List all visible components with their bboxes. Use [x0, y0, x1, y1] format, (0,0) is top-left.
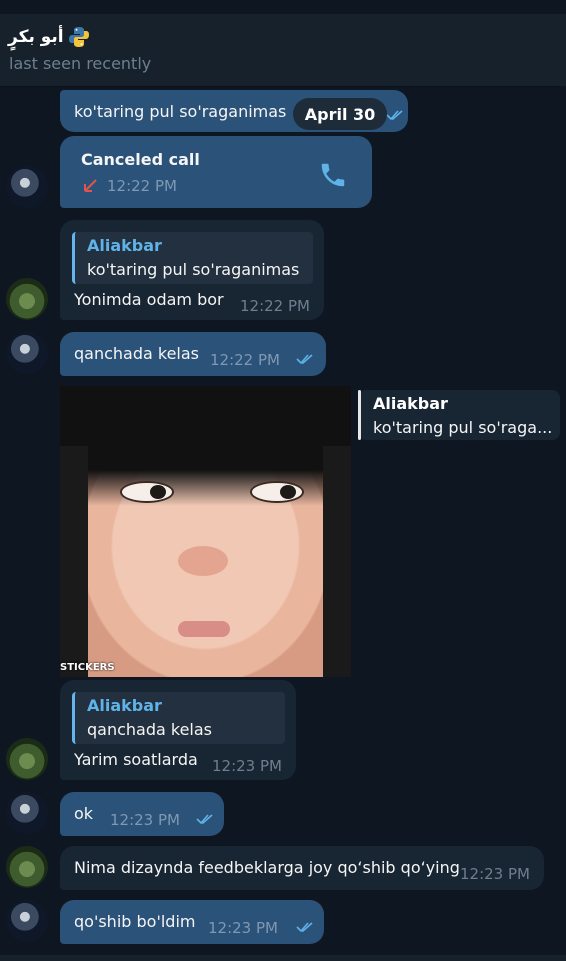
message-text: ok	[74, 804, 94, 823]
sticker-watermark: STICKERS	[60, 662, 115, 673]
chat-header[interactable]: أبو بكرٍ last seen recently	[0, 14, 566, 87]
chat-title: أبو بكرٍ	[8, 27, 64, 47]
sticker-eye-right	[250, 481, 304, 503]
double-check-icon	[296, 354, 313, 365]
sticker-hair	[60, 386, 351, 506]
avatar[interactable]	[6, 738, 48, 780]
message-bubble[interactable]: Aliakbar ko'taring pul so'raganimas Yoni…	[60, 220, 324, 320]
message-time: 12:22 PM	[240, 297, 310, 315]
message-text: Yonimda odam bor	[74, 290, 224, 309]
sticker-mouth	[178, 621, 230, 637]
message-bubble[interactable]: qo'shib bo'ldim 12:23 PM	[60, 900, 324, 944]
double-check-icon	[296, 922, 313, 933]
message-time: 12:23 PM	[208, 919, 278, 937]
reply-preview[interactable]: Aliakbar qanchada kelas	[72, 692, 285, 744]
message-text: qo'shib bo'ldim	[74, 912, 196, 931]
sticker-nose	[178, 546, 228, 576]
message-time: 12:23 PM	[212, 757, 282, 775]
message-bubble[interactable]: Nima dizaynda feedbeklarga joy qo‘shib q…	[60, 846, 544, 890]
call-label: Canceled call	[81, 150, 200, 169]
message-text: qanchada kelas	[74, 344, 200, 363]
avatar[interactable]	[6, 846, 48, 888]
python-logo-icon	[68, 27, 89, 47]
sticker-pupil	[150, 485, 166, 499]
sticker-hair-right	[323, 446, 351, 677]
reply-text: ko'taring pul so'raga...	[373, 418, 553, 437]
message-bubble[interactable]: qanchada kelas 12:22 PM	[60, 332, 326, 376]
reply-author: Aliakbar	[87, 696, 162, 715]
message-text: Yarim soatlarda	[74, 750, 198, 769]
scrollbar[interactable]	[560, 86, 566, 956]
avatar[interactable]	[6, 332, 48, 374]
phone-icon[interactable]	[318, 160, 348, 190]
reply-preview[interactable]: Aliakbar ko'taring pul so'raganimas	[72, 232, 313, 284]
message-time: 12:22 PM	[107, 177, 177, 195]
date-chip: April 30	[293, 98, 387, 130]
chat-title-row: أبو بكرٍ	[8, 26, 90, 48]
sticker-reply-card[interactable]: Aliakbar ko'taring pul so'raga...	[358, 390, 560, 440]
avatar[interactable]	[6, 166, 48, 208]
sticker-pupil	[280, 485, 296, 499]
reply-author: Aliakbar	[87, 236, 162, 255]
avatar[interactable]	[6, 900, 48, 942]
reply-author: Aliakbar	[373, 394, 448, 413]
double-check-icon	[386, 110, 403, 121]
message-text: ko'taring pul so'raganimas	[74, 102, 287, 121]
message-time: 12:22 PM	[210, 351, 280, 369]
message-time: 12:23 PM	[110, 811, 180, 829]
sticker-hair-left	[60, 446, 88, 677]
sticker-image[interactable]: STICKERS	[60, 386, 351, 677]
avatar[interactable]	[6, 792, 48, 834]
message-text: Nima dizaynda feedbeklarga joy qo‘shib q…	[74, 858, 460, 877]
chat-status: last seen recently	[9, 54, 152, 73]
avatar[interactable]	[6, 278, 48, 320]
reply-text: ko'taring pul so'raganimas	[87, 260, 300, 279]
message-bubble[interactable]: Aliakbar qanchada kelas Yarim soatlarda …	[60, 680, 296, 780]
reply-bar	[358, 390, 361, 440]
reply-text: qanchada kelas	[87, 720, 213, 739]
double-check-icon	[196, 814, 213, 825]
composer-edge	[0, 955, 566, 961]
top-strip	[0, 0, 566, 14]
missed-call-arrow-icon	[84, 179, 97, 192]
message-bubble[interactable]: ok 12:23 PM	[60, 792, 224, 836]
message-time: 12:23 PM	[460, 865, 530, 883]
sticker-eye-left	[120, 481, 174, 503]
